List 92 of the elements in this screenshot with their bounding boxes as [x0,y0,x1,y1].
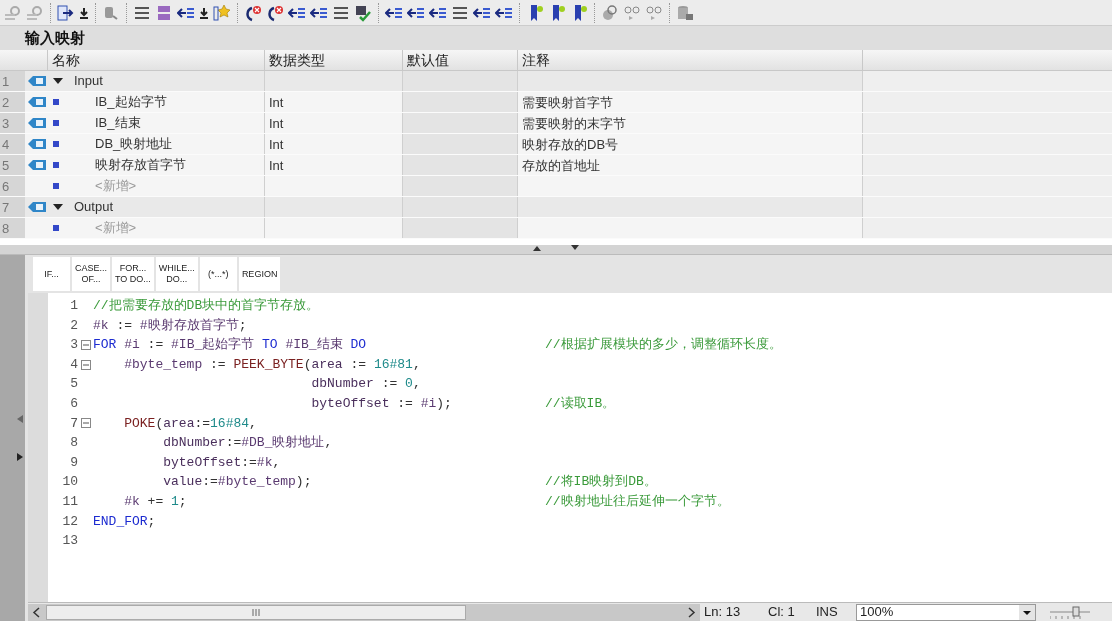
horizontal-scrollbar[interactable] [28,603,700,621]
bullet-icon [53,141,59,147]
bullet-icon [53,183,59,189]
block-title: 输入映射 [25,27,85,48]
row-number: 4 [0,134,25,154]
code-line: byteOffset := #i); [310,396,452,411]
bullet-icon [53,99,59,105]
line-number: 9 [69,453,78,472]
line-number: 6 [69,395,78,413]
arrow-cross-icon[interactable] [244,3,262,22]
row-number: 5 [0,155,25,175]
code-line: POKE(area:=16#84, [123,415,257,431]
snippet-button[interactable]: REGION [238,257,281,291]
bullet-icon [53,225,59,231]
line-indicator: Ln: 13 [704,603,742,621]
row-number: 8 [0,218,25,238]
column-header[interactable]: 注释 [518,50,863,70]
right-arrow-icon[interactable] [17,453,23,461]
table-cell: Int [265,155,403,175]
bullet-icon [53,162,59,168]
zoom-slider-icon[interactable] [1050,605,1090,619]
code-line: dbNumber:=#DB_映射地址, [162,435,333,451]
line-number: 12 [61,512,78,531]
bullet-icon [53,120,59,126]
code-line: //把需要存放的DB块中的首字节存放。 [93,298,320,314]
snippet-button[interactable]: (*...*) [199,257,237,291]
grip-icon [252,608,260,616]
variable-name: IB_结束 [95,114,141,133]
line-number: 2 [69,316,78,335]
row-number: 3 [0,113,25,133]
table-cell: 需要映射首字节 [518,92,863,112]
code-line: #byte_temp := PEEK_BYTE(area := 16#81, [123,356,421,372]
glasses-icon[interactable] [623,3,641,22]
table-cell: 映射存放的DB号 [518,134,863,154]
fold-minus-icon[interactable] [80,359,91,370]
fold-minus-icon[interactable] [80,340,91,350]
glasses-icon[interactable] [645,3,663,22]
code-line: #k += 1; [123,494,187,509]
row-number: 7 [0,197,25,217]
database-lock-icon[interactable] [676,3,694,22]
dropdown-caret-icon[interactable] [1019,604,1035,620]
table-cell: 需要映射的末字节 [518,113,863,133]
code-comment: //将IB映射到DB。 [545,473,657,492]
list-arrow-icon[interactable] [57,3,75,22]
table-cell: Int [265,113,403,133]
row-number: 6 [0,176,25,196]
table-cell: 存放的首地址 [518,155,863,175]
expanded-triangle-icon[interactable] [53,77,63,85]
code-line: value:=#byte_temp); [162,474,312,490]
code-line: FOR #i := #IB_起始字节 TO #IB_结束 DO [93,337,367,353]
line-number: 10 [61,473,78,492]
scroll-thumb[interactable] [46,604,466,620]
column-indicator: Cl: 1 [768,603,796,621]
expanded-triangle-icon[interactable] [53,203,63,211]
line-number: 4 [69,355,78,374]
table-cell: Int [265,92,403,112]
line-number: 1 [69,297,78,316]
arrow-cross-icon[interactable] [266,3,284,22]
column-header[interactable]: 名称 [48,50,265,70]
variable-name: 映射存放首字节 [95,156,186,175]
code-comment: //读取IB。 [545,395,616,413]
snippet-button[interactable]: FOR... TO DO... [112,257,154,291]
variable-name: DB_映射地址 [95,135,173,154]
line-number: 13 [61,532,78,551]
code-line: #k := #映射存放首字节; [93,317,247,333]
snippet-button[interactable]: IF... [33,257,70,291]
snippet-button[interactable]: WHILE... DO... [155,257,198,291]
code-comment: //映射地址往后延伸一个字节。 [545,493,730,511]
line-number: 3 [69,336,78,355]
row-number: 1 [0,71,25,91]
insert-mode: INS [816,603,839,621]
variable-name: Output [74,198,114,217]
line-number: 7 [69,414,78,433]
line-number: 8 [69,434,78,453]
table-cell: Int [265,134,403,154]
zoom-select[interactable]: 100% [856,603,1036,621]
column-header[interactable]: 数据类型 [265,50,403,70]
code-comment: //根据扩展模块的多少，调整循环长度。 [545,336,782,355]
search-icon[interactable] [601,3,619,22]
star-icon[interactable] [213,3,231,22]
snippet-button[interactable]: CASE... OF... [72,257,110,291]
column-header[interactable]: 默认值 [403,50,518,70]
row-number: 2 [0,92,25,112]
variable-name: Input [74,72,103,91]
code-line: dbNumber := 0, [310,376,421,392]
check-icon[interactable] [354,3,372,22]
fold-minus-icon[interactable] [80,418,91,429]
code-line: byteOffset:=#k, [162,454,281,470]
variable-name: IB_起始字节 [95,93,167,112]
line-number: 5 [69,375,78,394]
line-number: 11 [61,493,78,511]
code-line: END_FOR; [93,513,156,529]
